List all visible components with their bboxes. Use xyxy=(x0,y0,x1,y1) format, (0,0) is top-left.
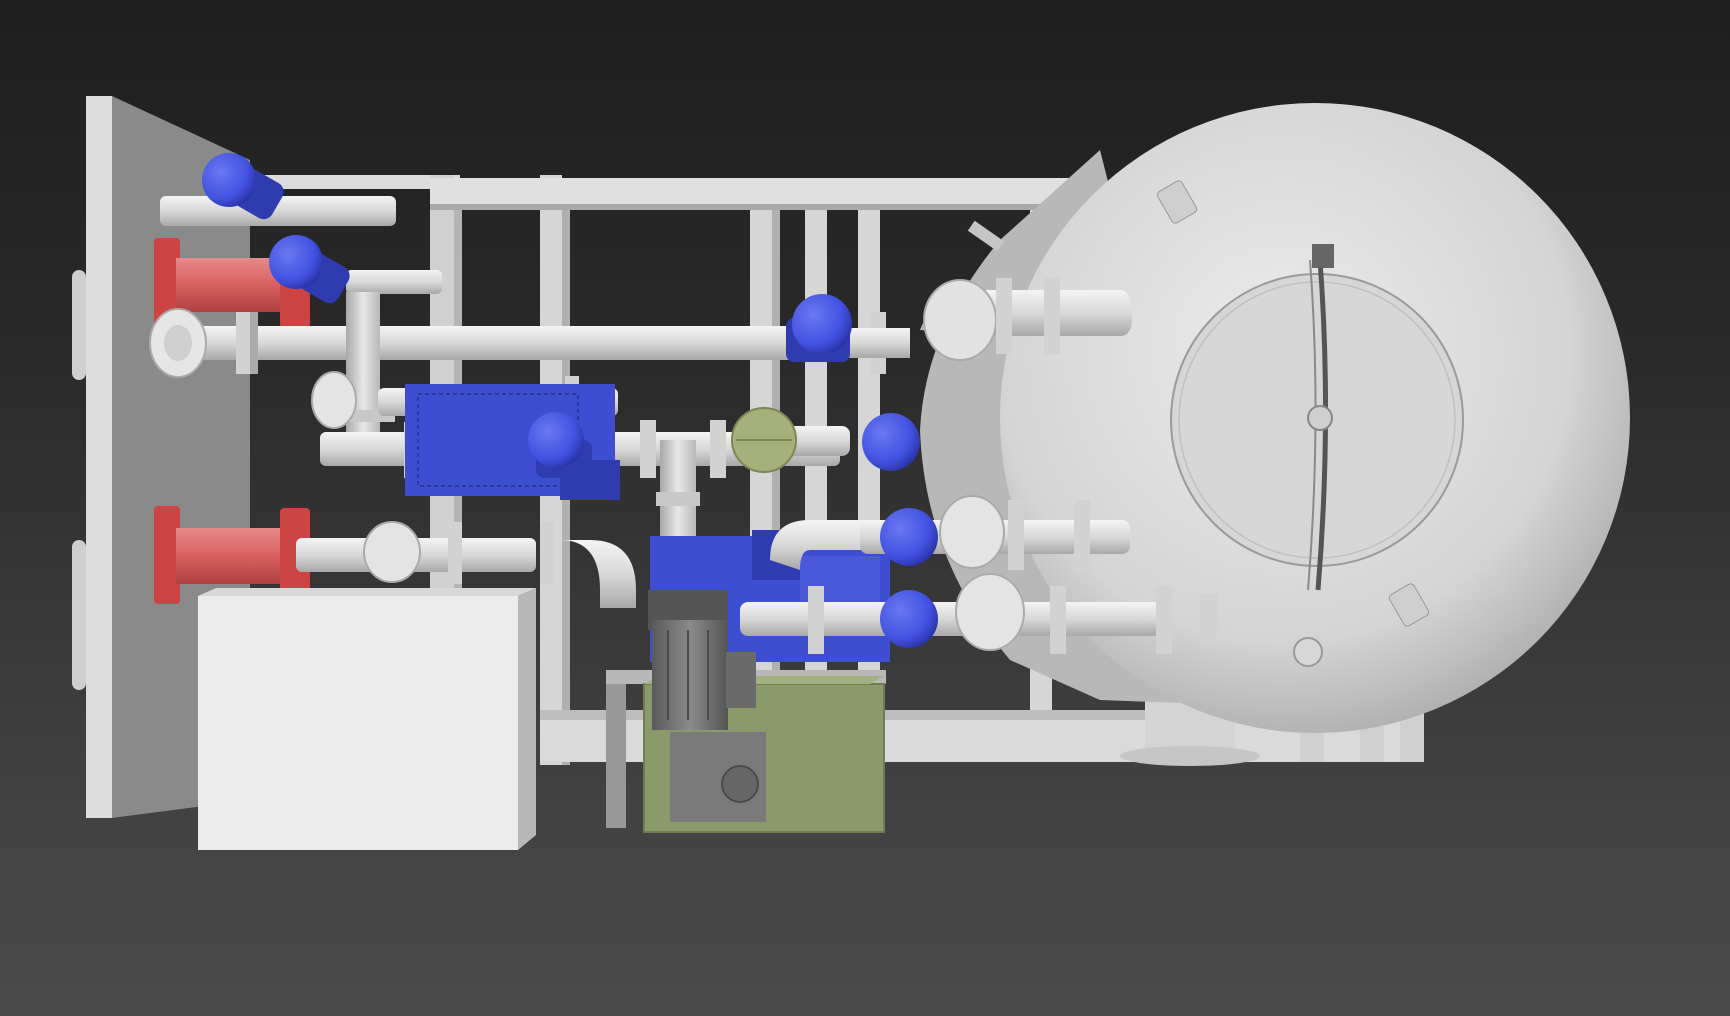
sight-glass[interactable] xyxy=(731,407,797,473)
valve-actuator-3[interactable] xyxy=(786,294,852,362)
valve-actuator-7[interactable] xyxy=(880,590,938,648)
valve-actuator-6[interactable] xyxy=(880,508,938,566)
model-scene[interactable] xyxy=(0,0,1730,1016)
cad-viewport[interactable] xyxy=(0,0,1730,1016)
valve-actuator-5[interactable] xyxy=(862,413,920,471)
control-box[interactable] xyxy=(198,588,536,850)
